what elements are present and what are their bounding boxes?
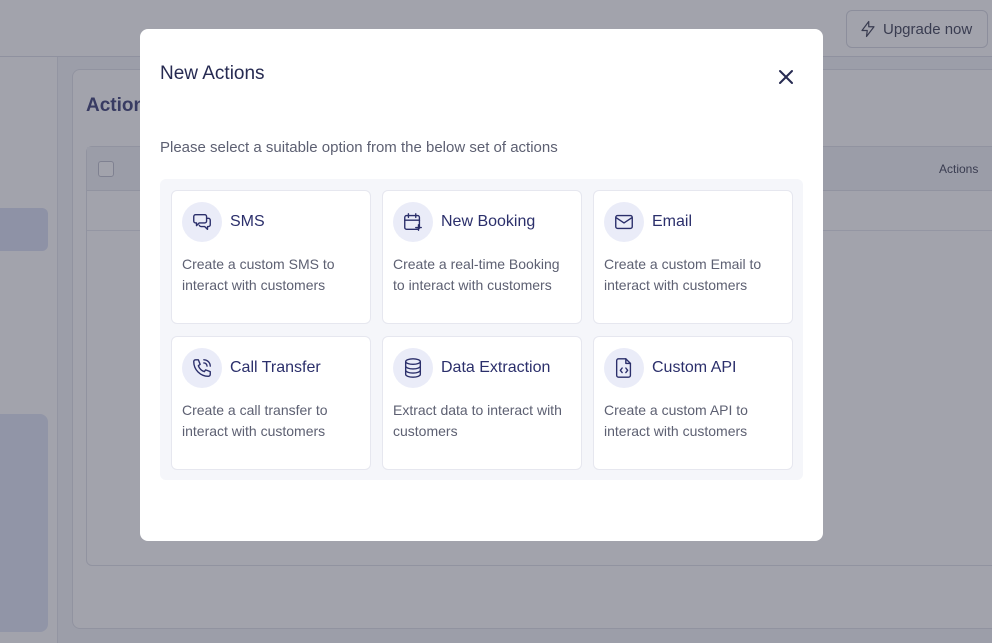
option-card-email[interactable]: Email Create a custom Email to interact … — [593, 190, 793, 324]
option-description: Create a call transfer to interact with … — [182, 402, 328, 439]
option-card-sms[interactable]: SMS Create a custom SMS to interact with… — [171, 190, 371, 324]
option-description: Extract data to interact with customers — [393, 402, 562, 439]
code-file-icon — [615, 358, 632, 378]
option-title: Call Transfer — [230, 359, 321, 376]
option-title: New Booking — [441, 213, 536, 230]
modal-subtitle: Please select a suitable option from the… — [160, 139, 558, 156]
option-icon-container — [393, 202, 433, 242]
option-description: Create a custom SMS to interact with cus… — [182, 256, 335, 293]
option-icon-container — [604, 202, 644, 242]
option-icon-container — [182, 202, 222, 242]
new-actions-modal: New Actions Please select a suitable opt… — [140, 29, 823, 541]
option-card-new-booking[interactable]: New Booking Create a real-time Booking t… — [382, 190, 582, 324]
modal-title: New Actions — [160, 63, 265, 84]
option-title: Email — [652, 213, 693, 230]
calendar-plus-icon — [404, 213, 422, 231]
option-card-custom-api[interactable]: Custom API Create a custom API to intera… — [593, 336, 793, 470]
close-icon — [779, 70, 793, 84]
sms-chat-icon — [193, 213, 211, 231]
action-options-grid: SMS Create a custom SMS to interact with… — [160, 179, 803, 480]
option-title: Data Extraction — [441, 359, 551, 376]
option-description: Create a custom API to interact with cus… — [604, 402, 748, 439]
option-card-call-transfer[interactable]: Call Transfer Create a call transfer to … — [171, 336, 371, 470]
close-button[interactable] — [776, 67, 796, 87]
option-icon-container — [604, 348, 644, 388]
option-description: Create a custom Email to interact with c… — [604, 256, 762, 293]
database-icon — [404, 358, 422, 378]
option-title: SMS — [230, 213, 265, 230]
option-icon-container — [393, 348, 433, 388]
option-icon-container — [182, 348, 222, 388]
phone-ringing-icon — [193, 359, 211, 377]
option-description: Create a real-time Booking to interact w… — [393, 256, 560, 293]
option-card-data-extraction[interactable]: Data Extraction Extract data to interact… — [382, 336, 582, 470]
mail-icon — [615, 214, 633, 230]
option-title: Custom API — [652, 359, 737, 376]
